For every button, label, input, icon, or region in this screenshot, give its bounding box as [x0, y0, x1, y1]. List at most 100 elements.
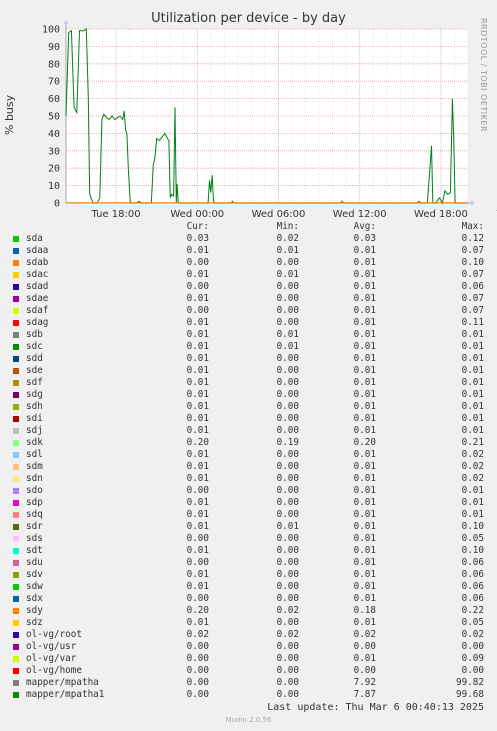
legend-row: sda 0.03 0.02 0.03 0.12	[0, 233, 497, 245]
legend-cur-value: 0.01	[186, 521, 209, 532]
legend-max-value: 0.01	[461, 329, 484, 340]
legend-row: sdb 0.01 0.01 0.01 0.01	[0, 329, 497, 341]
legend-max-value: 0.07	[461, 293, 484, 304]
legend-avg-value: 0.01	[353, 653, 376, 664]
legend-row: ol-vg/var 0.00 0.00 0.01 0.09	[0, 653, 497, 665]
legend-max-value: 0.02	[461, 629, 484, 640]
legend-color-swatch	[13, 392, 19, 398]
legend-cur-value: 0.01	[186, 617, 209, 628]
legend-series-name: sdx	[26, 593, 43, 604]
legend-row: sdo 0.00 0.00 0.01 0.01	[0, 485, 497, 497]
legend-min-value: 0.01	[276, 329, 299, 340]
legend-avg-value: 0.00	[353, 665, 376, 676]
legend-series-name: sdab	[26, 257, 49, 268]
legend-min-value: 0.00	[276, 257, 299, 268]
legend-avg-value: 0.01	[353, 365, 376, 376]
legend-header-cur: Cur:	[186, 221, 209, 232]
legend-avg-value: 0.01	[353, 425, 376, 436]
legend-max-value: 0.00	[461, 665, 484, 676]
legend-min-value: 0.00	[276, 425, 299, 436]
legend-series-name: sdj	[26, 425, 43, 436]
legend-min-value: 0.00	[276, 401, 299, 412]
legend-color-swatch	[13, 440, 19, 446]
legend-avg-value: 0.01	[353, 389, 376, 400]
legend-color-swatch	[13, 380, 19, 386]
legend-min-value: 0.00	[276, 281, 299, 292]
legend-cur-value: 0.03	[186, 233, 209, 244]
legend-color-swatch	[13, 404, 19, 410]
legend-min-value: 0.00	[276, 461, 299, 472]
legend-series-name: sdp	[26, 497, 43, 508]
legend-min-value: 0.02	[276, 629, 299, 640]
legend-cur-value: 0.01	[186, 389, 209, 400]
legend-min-value: 0.00	[276, 653, 299, 664]
legend-max-value: 0.01	[461, 365, 484, 376]
legend-min-value: 0.00	[276, 497, 299, 508]
legend-min-value: 0.00	[276, 545, 299, 556]
legend-series-name: sde	[26, 365, 43, 376]
legend-series-name: sdu	[26, 557, 43, 568]
legend-cur-value: 0.00	[186, 305, 209, 316]
legend-row: mapper/mpatha 0.00 0.00 7.92 99.82	[0, 677, 497, 689]
legend-avg-value: 0.01	[353, 521, 376, 532]
legend-avg-value: 0.01	[353, 593, 376, 604]
legend-max-value: 0.07	[461, 269, 484, 280]
legend-cur-value: 0.20	[186, 605, 209, 616]
y-tick-label: 50	[48, 112, 60, 123]
legend-max-value: 0.06	[461, 569, 484, 580]
legend-min-value: 0.19	[276, 437, 299, 448]
legend-row: ol-vg/root 0.02 0.02 0.02 0.02	[0, 629, 497, 641]
legend-series-name: sdy	[26, 605, 43, 616]
legend-cur-value: 0.02	[186, 629, 209, 640]
legend-avg-value: 0.01	[353, 245, 376, 256]
legend-max-value: 0.01	[461, 353, 484, 364]
legend-cur-value: 0.01	[186, 317, 209, 328]
legend-max-value: 0.12	[461, 233, 484, 244]
legend-header: Cur: Min: Avg: Max:	[0, 221, 497, 233]
legend-color-swatch	[13, 524, 19, 530]
legend-avg-value: 0.01	[353, 413, 376, 424]
legend-row: sdp 0.01 0.00 0.01 0.01	[0, 497, 497, 509]
legend-avg-value: 0.01	[353, 317, 376, 328]
legend-min-value: 0.00	[276, 533, 299, 544]
legend-series-name: sda	[26, 233, 43, 244]
legend-min-value: 0.00	[276, 293, 299, 304]
legend-cur-value: 0.00	[186, 593, 209, 604]
legend-row: sdq 0.01 0.00 0.01 0.01	[0, 509, 497, 521]
legend-avg-value: 0.01	[353, 341, 376, 352]
legend-max-value: 0.01	[461, 401, 484, 412]
legend-cur-value: 0.00	[186, 281, 209, 292]
legend-series-name: sdb	[26, 329, 43, 340]
legend-series-name: sdd	[26, 353, 43, 364]
legend-color-swatch	[13, 248, 19, 254]
legend-avg-value: 0.02	[353, 629, 376, 640]
legend-row: sdad 0.00 0.00 0.01 0.06	[0, 281, 497, 293]
legend-color-swatch	[13, 488, 19, 494]
legend-series-name: sdn	[26, 473, 43, 484]
legend-color-swatch	[13, 260, 19, 266]
legend-row: sdh 0.01 0.00 0.01 0.01	[0, 401, 497, 413]
legend-row: sdi 0.01 0.00 0.01 0.01	[0, 413, 497, 425]
legend-color-swatch	[13, 452, 19, 458]
legend-max-value: 0.09	[461, 653, 484, 664]
legend-max-value: 0.00	[461, 641, 484, 652]
legend-avg-value: 0.01	[353, 569, 376, 580]
legend-max-value: 0.07	[461, 245, 484, 256]
legend-series-name: sdg	[26, 389, 43, 400]
x-tick-label: Wed 12:00	[333, 209, 387, 220]
legend-color-swatch	[13, 584, 19, 590]
legend-series-name: sdr	[26, 521, 43, 532]
legend-color-swatch	[13, 272, 19, 278]
y-tick-label: 30	[48, 146, 60, 157]
legend-series-name: sdag	[26, 317, 49, 328]
legend-min-value: 0.00	[276, 305, 299, 316]
legend-max-value: 0.05	[461, 617, 484, 628]
legend-min-value: 0.01	[276, 245, 299, 256]
y-tick-label: 60	[48, 94, 60, 105]
legend-min-value: 0.00	[276, 389, 299, 400]
legend-min-value: 0.01	[276, 341, 299, 352]
legend-color-swatch	[13, 284, 19, 290]
legend-color-swatch	[13, 464, 19, 470]
legend-cur-value: 0.01	[186, 449, 209, 460]
legend-row: sdg 0.01 0.00 0.01 0.01	[0, 389, 497, 401]
